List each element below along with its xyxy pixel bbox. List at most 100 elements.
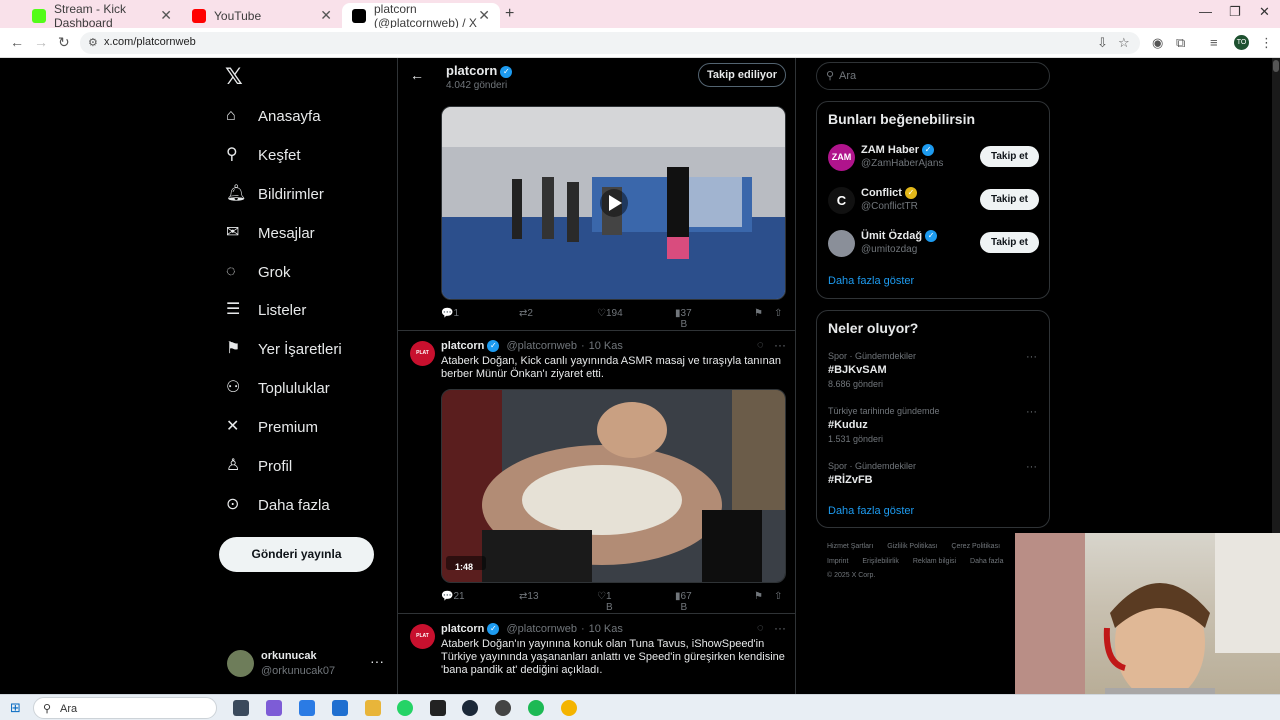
nav-item-5[interactable]: ☰ Listeler [226,295,306,325]
more-dots-icon[interactable]: ··· [774,621,786,635]
site-info-icon[interactable]: ⚙ [88,36,98,49]
repost-button[interactable]: ⇄ 2 [519,308,533,319]
show-more-link[interactable]: Daha fazla göster [828,275,914,287]
nav-item-4[interactable]: ◌ Grok [226,257,291,287]
suggestion-umit-ozdag[interactable]: Ümit Özdağ ✓ @umitozdag Takip et [828,230,1040,260]
nav-item-9[interactable]: ♙ Profil [226,451,292,481]
menu-kebab-icon[interactable]: ⋮ [1260,35,1273,51]
tab-kick-dashboard[interactable]: Stream - Kick Dashboard ✕ [22,2,182,30]
extensions-puzzle-icon[interactable]: ⧉ [1176,35,1185,51]
trend-item[interactable]: Spor · Gündemdekiler #RİZvFB ··· [828,461,1040,486]
extension-icon[interactable]: ◉ [1152,35,1163,51]
epic-games-icon[interactable] [430,700,446,716]
footer-link[interactable]: Reklam bilgisi [913,558,956,565]
nav-item-8[interactable]: ✕ Premium [226,412,318,442]
spotify-icon[interactable] [528,700,544,716]
reply-button[interactable]: 💬 21 [441,591,465,602]
nav-item-1[interactable]: ⚲ Keşfet [226,140,301,170]
close-tab-icon[interactable]: ✕ [320,7,332,24]
whatsapp-icon[interactable] [397,700,413,716]
x-logo-icon[interactable]: 𝕏 [225,64,243,90]
copilot-icon[interactable] [266,700,282,716]
trend-item[interactable]: Spor · Gündemdekiler #BJKvSAM 8.686 gönd… [828,351,1040,389]
forward-icon[interactable]: → [34,34,48,50]
video-thumbnail[interactable] [441,106,786,300]
more-dots-icon[interactable]: ··· [1026,406,1037,418]
search-input[interactable]: ⚲ Ara [816,62,1050,90]
share-icon[interactable]: ⇧ [774,591,782,602]
obs-icon[interactable] [495,700,511,716]
grok-icon[interactable]: ◌ [757,339,764,351]
tweet-item[interactable]: PLAT platcorn ✓ @platcornweb · 10 Kas ◌ ···… [398,330,795,613]
footer-link[interactable]: Hizmet Şartları [827,543,873,550]
verified-badge-icon: ✓ [500,65,513,78]
store-icon[interactable] [299,700,315,716]
follow-button[interactable]: Takip et [980,189,1039,210]
bookmark-star-icon[interactable]: ☆ [1118,35,1130,51]
more-dots-icon[interactable]: ··· [1026,461,1037,473]
close-tab-icon[interactable]: ✕ [478,7,490,24]
nav-item-0[interactable]: ⌂ Anasayfa [226,101,321,131]
reload-icon[interactable]: ↻ [58,34,70,51]
close-tab-icon[interactable]: ✕ [160,7,172,24]
close-window-icon[interactable]: ✕ [1259,4,1270,20]
share-icon[interactable]: ⇧ [774,308,782,319]
nav-item-7[interactable]: ⚇ Topluluklar [226,373,330,403]
media-control-icon[interactable]: ≡ [1210,35,1218,50]
like-button[interactable]: ♡ 194 [597,308,623,319]
tweet-item[interactable]: PLAT platcorn ✓ @platcornweb · 10 Kas ◌ ···… [398,613,795,694]
footer-link[interactable]: Gizlilik Politikası [887,543,937,550]
footer-link[interactable]: Erişilebilirlik [862,558,899,565]
footer-link[interactable]: Daha fazla [970,558,1003,565]
reply-button[interactable]: 💬 1 [441,308,459,319]
list-icon: ☰ [226,301,241,318]
back-icon[interactable]: ← [10,34,24,50]
new-tab-icon[interactable]: + [505,5,514,23]
footer-link[interactable]: Imprint [827,558,848,565]
tweet-header: platcorn ✓ @platcornweb · 10 Kas [441,340,623,353]
back-arrow-icon[interactable]: ← [410,67,424,83]
avatar[interactable]: PLAT [410,341,435,366]
tab-platcorn-x[interactable]: platcorn (@platcornweb) / X ✕ [342,2,500,30]
steam-icon[interactable] [462,700,478,716]
more-dots-icon[interactable]: ··· [774,338,786,352]
avatar[interactable]: PLAT [410,624,435,649]
task-view-icon[interactable] [233,700,249,716]
views-button[interactable]: ▮ 37 B [675,308,692,330]
start-icon[interactable]: ⊞ [10,700,21,716]
chrome-icon[interactable] [561,700,577,716]
nav-item-10[interactable]: ⊙ Daha fazla [226,490,330,520]
following-button[interactable]: Takip ediliyor [698,63,786,87]
more-dots-icon[interactable]: ··· [1026,351,1037,363]
show-more-link[interactable]: Daha fazla göster [828,505,914,517]
tab-youtube[interactable]: YouTube ✕ [182,3,342,28]
install-app-icon[interactable]: ⇩ [1097,35,1108,51]
restore-icon[interactable]: ❐ [1229,4,1241,20]
bookmark-icon[interactable]: ⚑ [754,591,763,602]
nav-item-3[interactable]: ✉ Mesajlar [226,218,315,248]
minimize-icon[interactable]: — [1199,4,1212,19]
like-button[interactable]: ♡ 1 B [597,591,613,613]
post-button[interactable]: Gönderi yayınla [219,537,374,572]
video-thumbnail[interactable]: 1:48 [441,389,786,583]
bookmark-icon[interactable]: ⚑ [754,308,763,319]
suggestion-zam-haber[interactable]: ZAM ZAM Haber ✓ @ZamHaberAjans Takip et [828,144,1040,174]
views-button[interactable]: ▮ 67 B [675,591,692,613]
tweet-actions: 💬 21 ⇄ 13 ♡ 1 B ▮ 67 B ⚑ ⇧ [441,591,786,613]
omnibox[interactable]: ⚙ x.com/platcornweb [80,32,1140,54]
repost-button[interactable]: ⇄ 13 [519,591,539,602]
suggestion-conflict[interactable]: C Conflict ✓ @ConflictTR Takip et [828,187,1040,217]
grok-icon[interactable]: ◌ [757,622,764,634]
follow-button[interactable]: Takip et [980,232,1039,253]
mail-app-icon[interactable] [332,700,348,716]
more-dots-icon[interactable]: ··· [370,653,384,669]
tweet-text: Ataberk Doğan, Kick canlı yayınında ASMR… [441,355,781,380]
nav-item-2[interactable]: 🔔︎ Bildirimler [226,179,324,209]
follow-button[interactable]: Takip et [980,146,1039,167]
footer-link[interactable]: Çerez Politikası [951,543,1000,550]
file-explorer-icon[interactable] [365,700,381,716]
taskbar-search[interactable]: ⚲ Ara [33,697,217,719]
profile-avatar[interactable]: TO [1234,35,1249,50]
trend-item[interactable]: Türkiye tarihinde gündemde #Kuduz 1.531 … [828,406,1040,444]
nav-item-6[interactable]: ⚑ Yer İşaretleri [226,334,342,364]
